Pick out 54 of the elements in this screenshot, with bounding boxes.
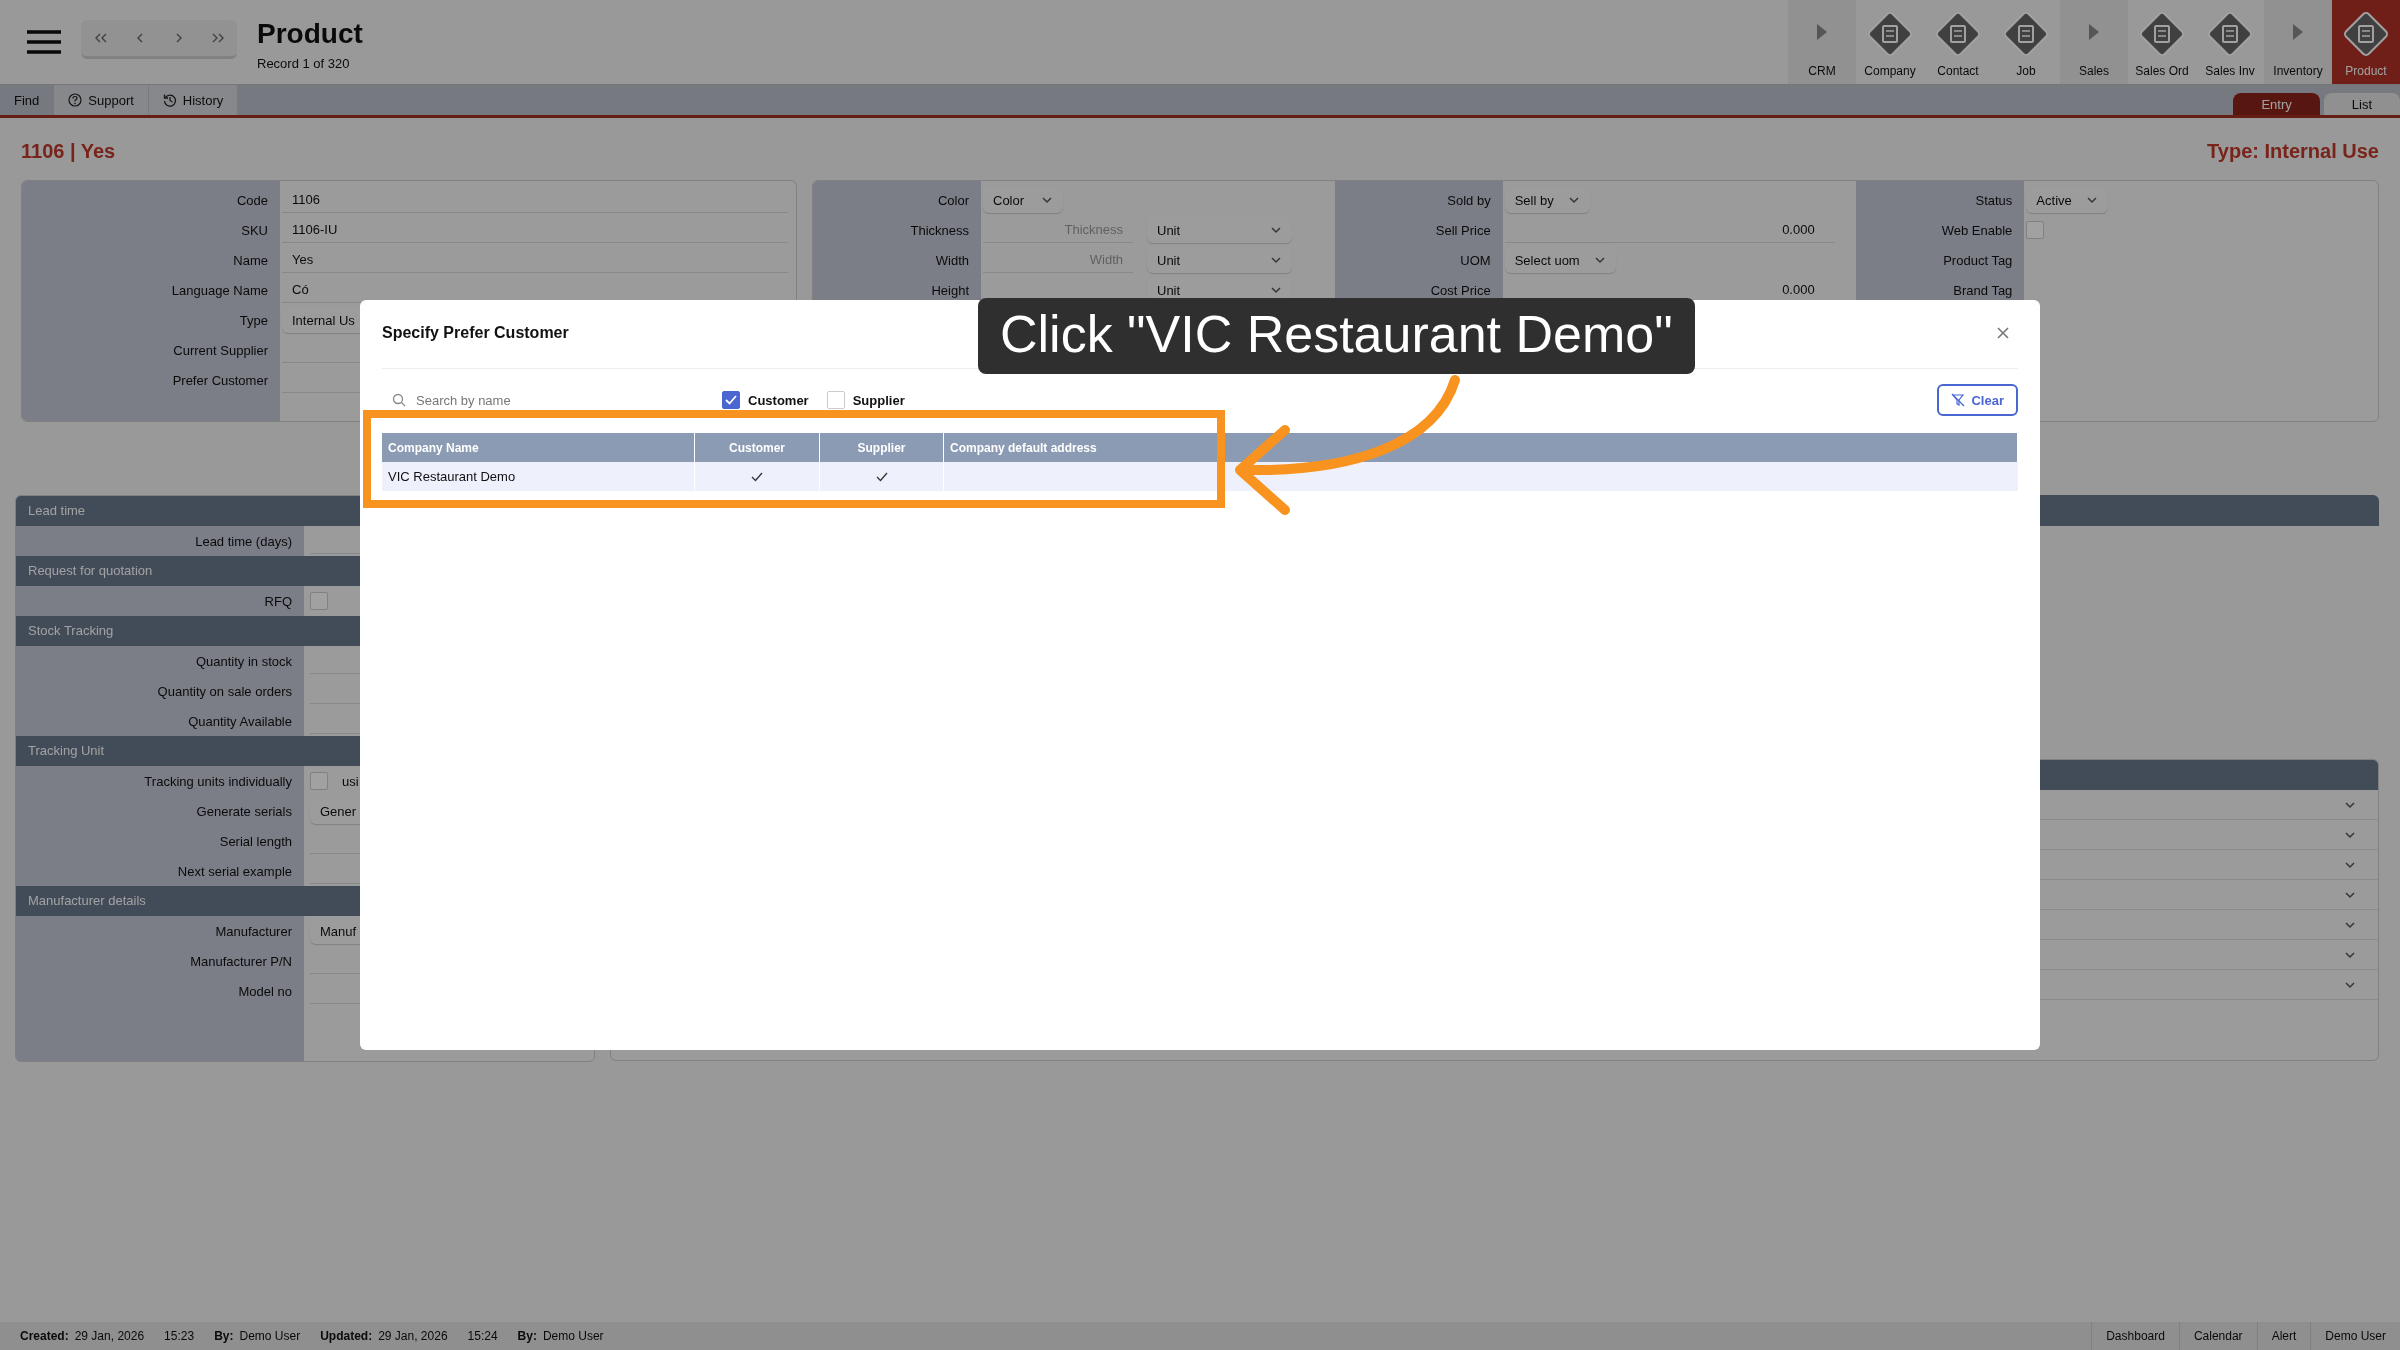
field-label: Code [235, 192, 269, 208]
record-counter: Record 1 of 320 [257, 56, 351, 71]
field-label: Prefer Customer [171, 372, 269, 388]
field-label: Thickness [909, 222, 970, 238]
table-cell: VIC Restaurant Demo [382, 462, 695, 491]
status-label: Created: [20, 1329, 69, 1343]
status-label: By: [214, 1329, 234, 1343]
tutorial-callout: Click "VIC Restaurant Demo" [978, 298, 1695, 374]
field-label: UOM [1459, 252, 1492, 268]
field-label: Generate serials [195, 803, 293, 819]
field-label: Name [232, 252, 269, 268]
field-label: Tracking units individually [143, 773, 293, 789]
field-label: Sold by [1446, 192, 1492, 208]
field-label: Height [930, 282, 970, 298]
status-value: 15:24 [467, 1329, 498, 1343]
status-value: 29 Jan, 2026 [74, 1329, 145, 1343]
field-label: Manufacturer [214, 923, 293, 939]
checkbox-label: usi [342, 773, 359, 789]
field-label: Width [934, 252, 970, 268]
field-label: Lead time (days) [194, 533, 293, 549]
checkbox-label: Supplier [852, 392, 905, 408]
field-label: Manufacturer P/N [189, 953, 293, 969]
record-heading: 1106 | Yes [21, 140, 116, 164]
field-label: Current Supplier [172, 342, 269, 358]
field-label: RFQ [263, 593, 293, 609]
field-value: Yes [292, 252, 314, 267]
field-value: Có [292, 282, 309, 297]
field-label: Cost Price [1429, 282, 1492, 298]
field-label: Next serial example [176, 863, 293, 879]
field-label: Quantity on sale orders [156, 683, 293, 699]
status-label: Updated: [320, 1329, 373, 1343]
status-value: 15:23 [164, 1329, 195, 1343]
field-label: Model no [237, 983, 293, 999]
status-value: Demo User [542, 1329, 604, 1343]
field-value: 1106 [292, 192, 320, 207]
status-value: 29 Jan, 2026 [378, 1329, 448, 1343]
field-label: Quantity Available [187, 713, 293, 729]
field-value: 1106-IU [292, 222, 338, 237]
field-label: Language Name [170, 282, 269, 298]
status-value: Demo User [239, 1329, 301, 1343]
checkbox-label: Customer [748, 392, 809, 408]
field-label: Status [1974, 192, 2014, 208]
field-label: Sell Price [1434, 222, 1492, 238]
field-label: Color [936, 192, 970, 208]
page-title: Product [257, 18, 363, 50]
field-label: SKU [240, 222, 269, 238]
status-label: By: [517, 1329, 537, 1343]
field-label: Product Tag [1942, 252, 2014, 268]
field-label: Brand Tag [1952, 282, 2014, 298]
type-heading: Type: Internal Use [2207, 140, 2379, 164]
field-label: Serial length [218, 833, 293, 849]
field-label: Quantity in stock [194, 653, 293, 669]
field-label: Type [238, 312, 269, 328]
field-label: Web Enable [1940, 222, 2014, 238]
